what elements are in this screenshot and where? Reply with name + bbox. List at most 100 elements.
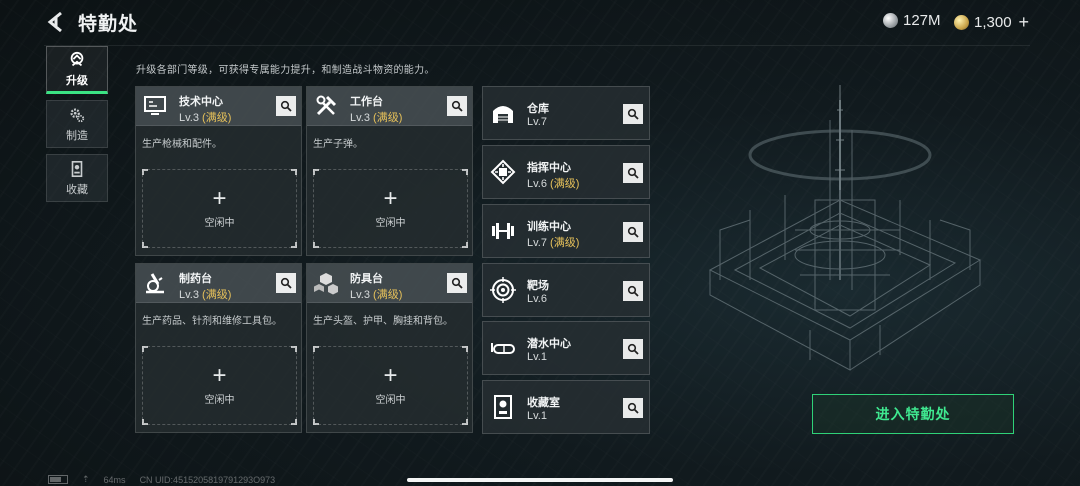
card-header: 防具台 Lv.3 (满级)	[307, 264, 472, 303]
card-level: Lv.3 (满级)	[350, 112, 403, 124]
inspect-button[interactable]	[623, 281, 643, 301]
slot-status: 空闲中	[375, 395, 406, 406]
nav-collection-label: 收藏	[66, 183, 88, 196]
computer-icon	[144, 96, 166, 115]
back-arrow-icon[interactable]	[44, 10, 68, 34]
card-level: Lv.3 (满级)	[179, 112, 232, 124]
enter-facility-button[interactable]: 进入特勤处	[812, 394, 1014, 434]
search-icon	[627, 226, 639, 238]
uid-text: CN UID:4515205819791293O973	[139, 474, 276, 485]
row-level: Lv.7	[527, 116, 547, 128]
gold-amount: 1,300	[974, 14, 1012, 31]
facility-hologram	[708, 85, 982, 371]
row-shooting-range[interactable]: 靶场 Lv.6	[482, 263, 650, 317]
card-name: 制药台	[179, 273, 212, 285]
row-name: 训练中心	[527, 221, 571, 233]
home-indicator[interactable]	[407, 478, 673, 482]
production-slot[interactable]: + 空闲中	[313, 169, 468, 248]
row-diving-center[interactable]: 潜水中心 Lv.1	[482, 321, 650, 375]
target-icon	[490, 277, 516, 303]
row-training-center[interactable]: 训练中心 Lv.7 (满级)	[482, 204, 650, 258]
row-warehouse[interactable]: 仓库 Lv.7	[482, 86, 650, 140]
row-name: 指挥中心	[527, 162, 571, 174]
gold-coin-icon	[954, 15, 969, 30]
page-description: 升级各部门等级，可获得专属能力提升，和制造战斗物资的能力。	[136, 65, 435, 76]
nav-upgrade-label: 升级	[66, 74, 88, 87]
add-currency-icon[interactable]: +	[1019, 12, 1030, 33]
gears-icon	[70, 107, 85, 122]
tools-icon	[316, 95, 337, 116]
search-icon	[451, 100, 463, 112]
upload-arrow-icon: ⇡	[82, 474, 90, 484]
add-icon: +	[212, 185, 227, 212]
nav-craft[interactable]: 制造	[46, 100, 108, 148]
card-description: 生产枪械和配件。	[142, 139, 222, 150]
header-bar: 特勤处 127M 1,300 +	[0, 0, 1080, 44]
nav-collection[interactable]: 收藏	[46, 154, 108, 202]
battery-icon	[48, 475, 68, 484]
card-pharmacy[interactable]: 制药台 Lv.3 (满级) 生产药品、针剂和维修工具包。 + 空闲中	[135, 263, 302, 433]
inspect-button[interactable]	[623, 222, 643, 242]
card-level: Lv.3 (满级)	[350, 289, 403, 301]
microscope-icon	[146, 273, 164, 294]
production-slot[interactable]: + 空闲中	[313, 346, 468, 425]
row-level: Lv.7 (满级)	[527, 237, 580, 249]
silver-currency[interactable]: 127M	[883, 12, 941, 29]
slot-status: 空闲中	[204, 395, 235, 406]
search-icon	[627, 402, 639, 414]
add-icon: +	[383, 362, 398, 389]
card-armor-bench[interactable]: 防具台 Lv.3 (满级) 生产头盔、护甲、胸挂和背包。 + 空闲中	[306, 263, 473, 433]
inspect-button[interactable]	[623, 163, 643, 183]
search-icon	[627, 343, 639, 355]
inspect-button[interactable]	[447, 273, 467, 293]
nav-upgrade[interactable]: 升级	[46, 46, 108, 94]
chip-icon	[490, 159, 516, 185]
inspect-button[interactable]	[623, 339, 643, 359]
header-divider	[44, 45, 1030, 46]
row-name: 潜水中心	[527, 338, 571, 350]
inspect-button[interactable]	[276, 96, 296, 116]
nav-craft-label: 制造	[66, 129, 88, 142]
card-name: 防具台	[350, 273, 383, 285]
search-icon	[627, 108, 639, 120]
inspect-button[interactable]	[623, 398, 643, 418]
upgrade-icon	[70, 51, 84, 66]
card-header: 技术中心 Lv.3 (满级)	[136, 87, 301, 126]
row-level: Lv.1	[527, 351, 547, 363]
row-collection-room[interactable]: 收藏室 Lv.1	[482, 380, 650, 434]
search-icon	[280, 277, 292, 289]
production-slot[interactable]: + 空闲中	[142, 169, 297, 248]
status-footer: ⇡ 64ms CN UID:4515205819791293O973	[48, 474, 275, 485]
card-header: 工作台 Lv.3 (满级)	[307, 87, 472, 126]
add-icon: +	[383, 185, 398, 212]
collection-icon	[71, 160, 83, 177]
card-name: 技术中心	[179, 96, 223, 108]
card-level: Lv.3 (满级)	[179, 289, 232, 301]
warehouse-icon	[493, 106, 513, 123]
search-icon	[627, 167, 639, 179]
armor-boxes-icon	[314, 273, 338, 295]
search-icon	[280, 100, 292, 112]
gold-currency[interactable]: 1,300 +	[954, 12, 1029, 33]
inspect-button[interactable]	[447, 96, 467, 116]
search-icon	[627, 285, 639, 297]
row-level: Lv.6 (满级)	[527, 178, 580, 190]
card-description: 生产头盔、护甲、胸挂和背包。	[313, 316, 453, 327]
inspect-button[interactable]	[276, 273, 296, 293]
card-header: 制药台 Lv.3 (满级)	[136, 264, 301, 303]
side-nav: 升级 制造 收藏	[46, 46, 108, 208]
card-tech-center[interactable]: 技术中心 Lv.3 (满级) 生产枪械和配件。 + 空闲中	[135, 86, 302, 256]
row-level: Lv.1	[527, 410, 547, 422]
row-command-center[interactable]: 指挥中心 Lv.6 (满级)	[482, 145, 650, 199]
card-description: 生产药品、针剂和维修工具包。	[142, 316, 282, 327]
slot-status: 空闲中	[204, 218, 235, 229]
ping-value: 64ms	[103, 474, 126, 485]
production-slot[interactable]: + 空闲中	[142, 346, 297, 425]
row-name: 仓库	[527, 103, 549, 115]
card-workbench[interactable]: 工作台 Lv.3 (满级) 生产子弹。 + 空闲中	[306, 86, 473, 256]
slot-status: 空闲中	[375, 218, 406, 229]
inspect-button[interactable]	[623, 104, 643, 124]
silver-amount: 127M	[903, 12, 941, 29]
silver-coin-icon	[883, 13, 898, 28]
row-level: Lv.6	[527, 293, 547, 305]
